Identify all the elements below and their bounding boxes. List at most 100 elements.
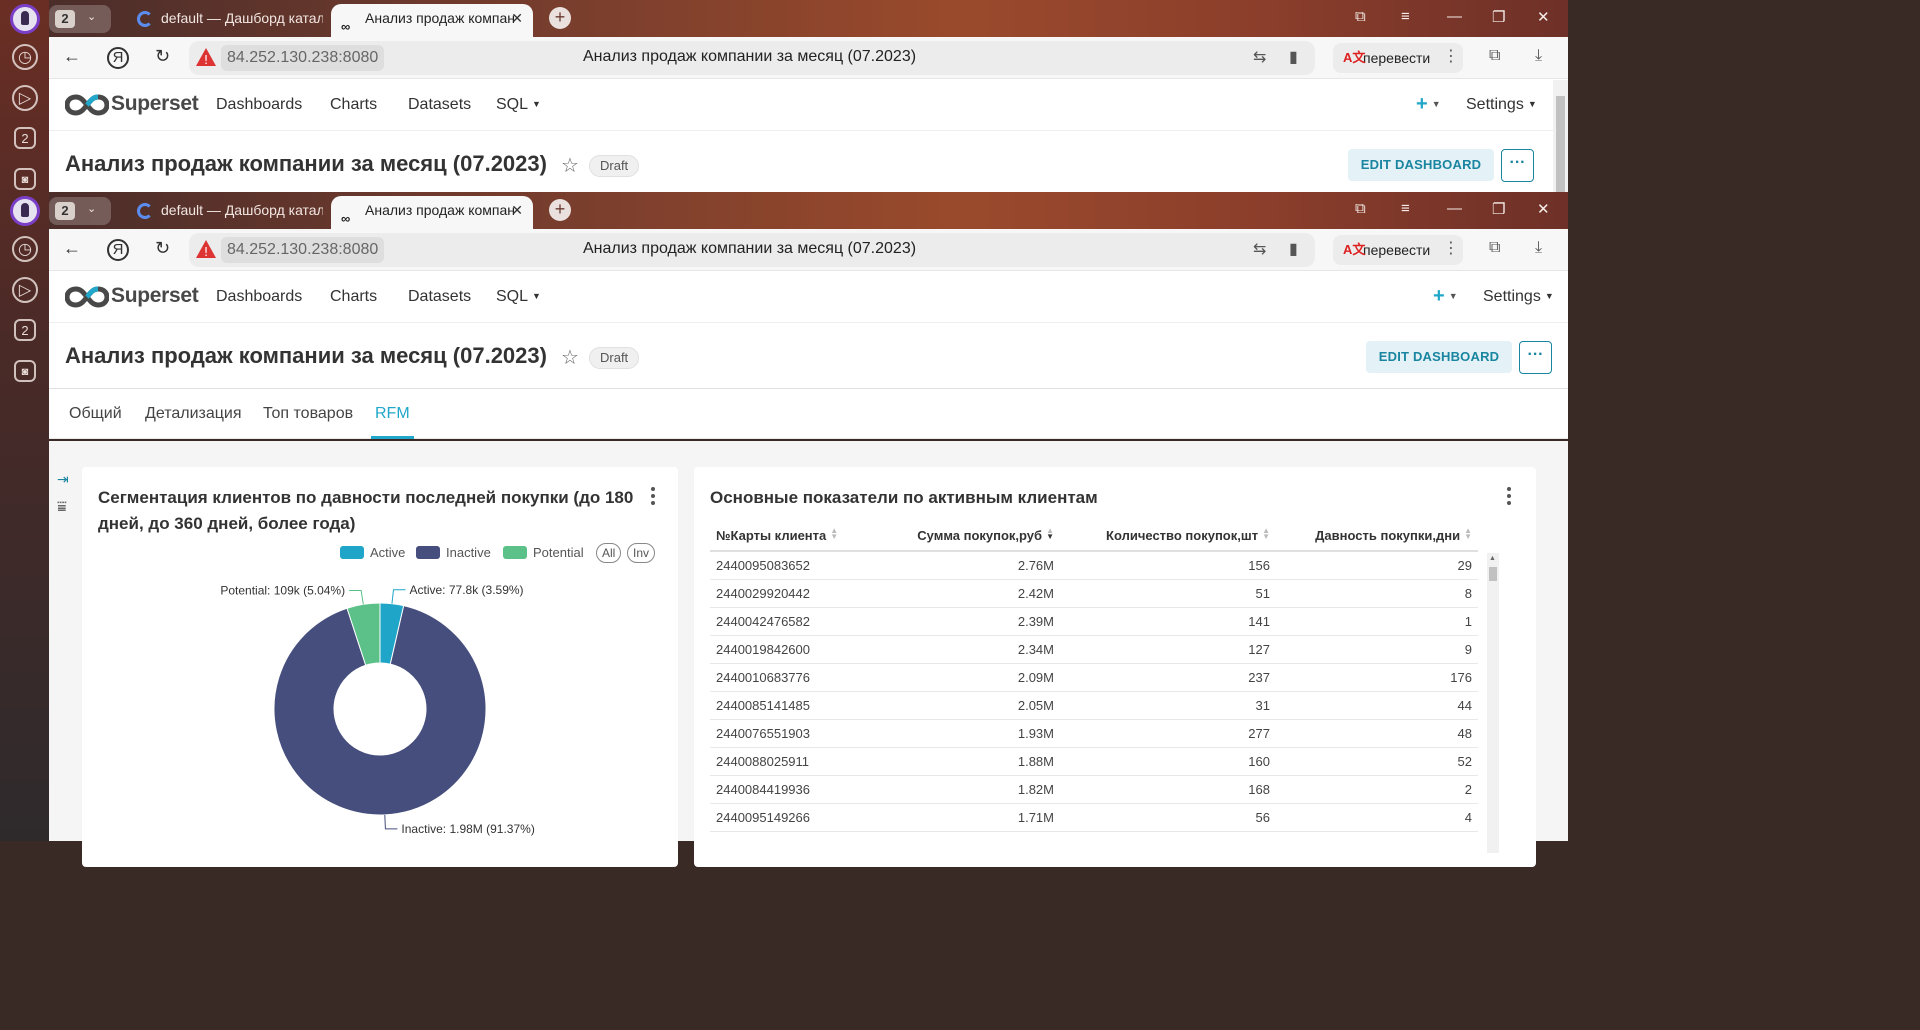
edit-dashboard-button[interactable]: EDIT DASHBOARD: [1366, 341, 1512, 373]
bookmarks-panel-icon[interactable]: ⧉: [1355, 8, 1366, 25]
more-actions-button[interactable]: ···: [1519, 341, 1552, 374]
translate-page-icon[interactable]: ⇆: [1253, 239, 1266, 259]
reload-icon[interactable]: ↻: [155, 238, 170, 259]
cell-card-number: 2440010683776: [710, 663, 888, 692]
caret-down-icon: ▼: [1431, 99, 1441, 109]
dashboard-title[interactable]: Анализ продаж компании за месяц (07.2023…: [65, 343, 547, 369]
plus-icon: +: [1416, 93, 1428, 115]
browser-tab-default[interactable]: default — Дашборд катал: [133, 196, 323, 229]
browser-tab-default[interactable]: default — Дашборд катал: [133, 4, 323, 37]
close-tab-icon[interactable]: ✕: [511, 196, 523, 225]
profile-avatar[interactable]: [10, 4, 40, 34]
expand-filters-icon[interactable]: ⇥: [57, 471, 69, 488]
play-icon-2[interactable]: ▷: [12, 277, 38, 303]
tab-count-icon-2[interactable]: 2: [14, 319, 36, 341]
translate-page-icon[interactable]: ⇆: [1253, 47, 1266, 67]
yandex-icon[interactable]: Я: [107, 239, 129, 261]
bookmark-icon[interactable]: ▮: [1289, 239, 1298, 259]
browser-tab-active[interactable]: ∞ Анализ продаж компан ✕: [331, 196, 533, 229]
reload-icon[interactable]: ↻: [155, 46, 170, 67]
minimize-icon[interactable]: —: [1447, 200, 1462, 217]
more-menu-icon[interactable]: ⋮: [1443, 46, 1459, 66]
profile-avatar-2[interactable]: [10, 196, 40, 226]
tab-group-button[interactable]: 2 ⌄: [49, 197, 111, 225]
nav-charts[interactable]: Charts: [330, 96, 377, 114]
legend-item-inactive[interactable]: Inactive: [416, 545, 491, 560]
column-header-label: №Карты клиента: [716, 528, 827, 543]
history-icon-2[interactable]: ◷: [12, 236, 38, 262]
browser-tab-active[interactable]: ∞ Анализ продаж компан ✕: [331, 4, 533, 37]
nav-dashboards[interactable]: Dashboards: [216, 288, 302, 306]
history-icon[interactable]: ◷: [12, 44, 38, 70]
nav-datasets[interactable]: Datasets: [408, 288, 471, 306]
dashboard-title[interactable]: Анализ продаж компании за месяц (07.2023…: [65, 151, 547, 177]
nav-dashboards[interactable]: Dashboards: [216, 96, 302, 114]
page-scrollbar[interactable]: [1553, 80, 1568, 192]
nav-sql[interactable]: SQL ▼: [496, 288, 541, 306]
bookmark-icon[interactable]: ▮: [1289, 47, 1298, 67]
tab-details[interactable]: Детализация: [145, 405, 242, 423]
legend-swatch: [340, 546, 364, 559]
insecure-warning-icon[interactable]: !: [195, 46, 217, 68]
insecure-warning-icon[interactable]: !: [195, 238, 217, 260]
more-actions-button[interactable]: ···: [1501, 149, 1534, 182]
bookmarks-panel-icon[interactable]: ⧉: [1355, 200, 1366, 217]
legend-item-potential[interactable]: Potential: [503, 545, 584, 560]
download-icon[interactable]: ⤓: [1535, 47, 1542, 65]
column-header-label: Количество покупок,шт: [1106, 528, 1259, 543]
dashboard-tabs: Общий Детализация Топ товаров RFM: [49, 389, 1568, 439]
restore-icon[interactable]: ❐: [1492, 8, 1505, 26]
more-menu-icon[interactable]: ⋮: [1443, 238, 1459, 258]
edit-dashboard-button[interactable]: EDIT DASHBOARD: [1348, 149, 1494, 181]
scrollbar-thumb[interactable]: [1489, 567, 1497, 581]
menu-icon[interactable]: ≡: [1401, 8, 1410, 25]
legend-item-active[interactable]: Active: [340, 545, 405, 560]
cell-count: 51: [1060, 579, 1276, 608]
new-tab-button[interactable]: +: [549, 7, 571, 29]
legend-invert-button[interactable]: Inv: [627, 543, 656, 563]
new-item-menu[interactable]: + ▼: [1433, 285, 1458, 308]
close-tab-icon[interactable]: ✕: [511, 4, 523, 33]
tab-general[interactable]: Общий: [69, 405, 122, 423]
tab-group-button[interactable]: 2 ⌄: [49, 5, 111, 33]
minimize-icon[interactable]: —: [1447, 8, 1462, 25]
close-window-icon[interactable]: ✕: [1537, 200, 1550, 218]
filter-icon[interactable]: ⩸: [57, 499, 67, 517]
settings-menu[interactable]: Settings ▼: [1483, 288, 1554, 306]
new-tab-button[interactable]: +: [549, 199, 571, 221]
column-header-recency[interactable]: Давность покупки,дни ▲ ▼: [1276, 521, 1478, 552]
yandex-icon[interactable]: Я: [107, 47, 129, 69]
tab-top-products[interactable]: Топ товаров: [263, 405, 353, 423]
new-item-menu[interactable]: + ▼: [1416, 93, 1441, 116]
table-scrollbar[interactable]: ▲: [1487, 553, 1499, 853]
tab-rfm[interactable]: RFM: [371, 405, 414, 439]
back-icon[interactable]: ←: [63, 238, 81, 259]
column-header-count[interactable]: Количество покупок,шт ▲ ▼: [1060, 521, 1276, 552]
restore-icon[interactable]: ❐: [1492, 200, 1505, 218]
back-icon[interactable]: ←: [63, 46, 81, 67]
table-menu-icon[interactable]: [1507, 487, 1511, 508]
nav-sql[interactable]: SQL ▼: [496, 96, 541, 114]
download-icon[interactable]: ⤓: [1535, 239, 1542, 257]
nav-datasets[interactable]: Datasets: [408, 96, 471, 114]
column-header-card[interactable]: №Карты клиента ▲ ▼: [710, 521, 888, 552]
nav-charts[interactable]: Charts: [330, 288, 377, 306]
scroll-up-icon[interactable]: ▲: [1489, 555, 1496, 562]
column-header-sum[interactable]: Сумма покупок,руб ▲ ▼: [888, 521, 1060, 552]
favorite-star-icon[interactable]: ☆: [561, 153, 579, 178]
favorite-star-icon[interactable]: ☆: [561, 345, 579, 370]
scrollbar-thumb[interactable]: [1556, 96, 1565, 192]
collections-icon[interactable]: ⧉: [1489, 239, 1500, 257]
translate-label: перевести: [1363, 50, 1431, 66]
legend-select-all-button[interactable]: All: [596, 543, 622, 563]
play-icon[interactable]: ▷: [12, 85, 38, 111]
screenshot-icon[interactable]: ◙: [14, 168, 36, 190]
pie-label-line: [391, 589, 406, 604]
chart-menu-icon[interactable]: [651, 487, 655, 508]
settings-menu[interactable]: Settings ▼: [1466, 96, 1537, 114]
close-window-icon[interactable]: ✕: [1537, 8, 1550, 26]
tab-count-icon[interactable]: 2: [14, 127, 36, 149]
screenshot-icon-2[interactable]: ◙: [14, 360, 36, 382]
menu-icon[interactable]: ≡: [1401, 200, 1410, 217]
collections-icon[interactable]: ⧉: [1489, 47, 1500, 65]
